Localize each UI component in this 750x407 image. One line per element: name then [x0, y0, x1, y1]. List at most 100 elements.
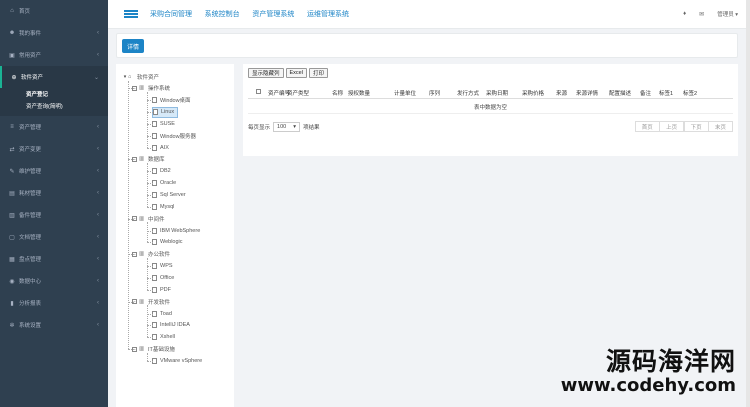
- sidebar-item[interactable]: ✲ 系统设置 ‹: [0, 314, 108, 336]
- sidebar-item-label: 资产管理: [19, 125, 42, 131]
- tree-node-label: WPS: [160, 263, 173, 270]
- sidebar-item[interactable]: ☻ 我的事件 ‹: [0, 22, 108, 44]
- tree-leaf[interactable]: Oracle: [152, 178, 176, 189]
- watermark-title: 源码海洋网: [605, 347, 736, 376]
- column-header[interactable]: 序列: [429, 89, 440, 97]
- first-page-button[interactable]: 首页: [634, 121, 660, 132]
- column-header[interactable]: 授权数量: [348, 89, 370, 97]
- column-header[interactable]: 标签1: [659, 89, 673, 97]
- chevron-left-icon: ‹: [97, 52, 99, 58]
- tree-leaf[interactable]: Sql Server: [152, 190, 186, 201]
- tree-leaf[interactable]: PDF: [152, 284, 171, 295]
- folder-icon: ▥: [139, 156, 145, 163]
- column-header[interactable]: 发行方式: [457, 89, 479, 97]
- tree-group[interactable]: − ▥ 开发软件: [132, 296, 170, 307]
- sidebar-item-label: 我的事件: [19, 31, 42, 37]
- page-size-control: 每页显示 100 ▾ 项结果: [248, 122, 320, 132]
- sidebar-item[interactable]: ⌂ 首页: [0, 0, 108, 22]
- gear-icon: ✲: [9, 322, 15, 329]
- tree-leaf[interactable]: WPS: [152, 261, 173, 272]
- chart-icon: ▮: [10, 300, 14, 307]
- top-right-tools: ♦ ✉ 管理员 ▾: [683, 10, 738, 18]
- tree-leaf[interactable]: DB2: [152, 166, 171, 177]
- nav-system-console[interactable]: 系统控制台: [205, 11, 240, 18]
- tree-leaf[interactable]: Window服务器: [152, 130, 196, 141]
- exchange-icon: ⇄: [9, 146, 15, 153]
- box-icon: ▤: [9, 190, 15, 197]
- sidebar-item[interactable]: ◉ 数据中心 ‹: [0, 270, 108, 292]
- column-header[interactable]: 备注: [640, 89, 651, 97]
- chevron-left-icon: ‹: [97, 190, 99, 196]
- column-header[interactable]: 来源详情: [576, 89, 598, 97]
- tree-connector: [147, 305, 148, 338]
- column-header[interactable]: 资产类型: [287, 89, 309, 97]
- tree-group[interactable]: − ▥ 数据库: [132, 154, 165, 165]
- tree-leaf[interactable]: Toad: [152, 308, 172, 319]
- nav-asset-management[interactable]: 资产管理系统: [252, 11, 294, 18]
- next-page-button[interactable]: 下页: [683, 121, 709, 132]
- tree-node-label: Office: [160, 274, 175, 281]
- tree-leaf[interactable]: Weblogic: [152, 237, 183, 248]
- chevron-left-icon: ‹: [97, 212, 99, 218]
- sidebar-item[interactable]: ⇄ 资产变更 ‹: [0, 138, 108, 160]
- menu-toggle-icon[interactable]: [124, 10, 138, 18]
- sidebar-subitem[interactable]: 资产登记: [0, 88, 108, 100]
- notification-icon[interactable]: ♦: [683, 11, 686, 17]
- tree-group[interactable]: − ▥ 操作系统: [132, 83, 170, 94]
- sidebar-item[interactable]: ▥ 备件管理 ‹: [0, 204, 108, 226]
- tree-leaf[interactable]: Xshell: [152, 332, 175, 343]
- sidebar-item[interactable]: ▮ 分析报表 ‹: [0, 292, 108, 314]
- select-all-checkbox[interactable]: [256, 89, 261, 94]
- chevron-left-icon: ‹: [97, 168, 99, 174]
- database-icon: ◉: [9, 278, 15, 285]
- tree-node-label: 软件资产: [137, 74, 160, 81]
- sidebar-subitem[interactable]: 资产查询(简明): [0, 100, 108, 112]
- toggle-columns-button[interactable]: 显示隐藏列: [248, 68, 284, 78]
- tree-leaf[interactable]: Office: [152, 272, 174, 283]
- sidebar-item[interactable]: ▤ 耗材管理 ‹: [0, 182, 108, 204]
- column-header[interactable]: 名称: [332, 89, 343, 97]
- column-header[interactable]: 采购价格: [522, 89, 544, 97]
- sidebar-item-label: 首页: [19, 9, 31, 15]
- user-menu[interactable]: 管理员 ▾: [717, 10, 738, 18]
- chevron-left-icon: ‹: [97, 30, 99, 36]
- excel-export-button[interactable]: Excel: [285, 68, 307, 78]
- column-header[interactable]: 采购日期: [486, 89, 508, 97]
- detail-button[interactable]: 详情: [122, 39, 145, 53]
- column-header[interactable]: 来源: [556, 89, 567, 97]
- tree-group[interactable]: − ▥ 中间件: [132, 213, 165, 224]
- tree-leaf[interactable]: Window桌面: [152, 95, 191, 106]
- column-header[interactable]: 标签2: [683, 89, 697, 97]
- tree-leaf[interactable]: SUSE: [152, 118, 175, 129]
- sidebar-item[interactable]: ▦ 盘点管理 ‹: [0, 248, 108, 270]
- column-header[interactable]: 配置描述: [609, 89, 631, 97]
- tree-node-label: IBM WebSphere: [160, 227, 201, 234]
- print-button[interactable]: 打印: [308, 68, 328, 78]
- per-page-prefix: 每页显示: [248, 125, 271, 131]
- sidebar-item[interactable]: ▢ 文档管理 ‹: [0, 226, 108, 248]
- tree-group[interactable]: − ▥ IT基础设施: [132, 344, 175, 355]
- tree-group[interactable]: − ▥ 办公软件: [132, 249, 170, 260]
- sidebar-item-label: 软件资产: [21, 75, 44, 81]
- column-header[interactable]: 计量单位: [394, 89, 416, 97]
- tree-leaf[interactable]: IntelliJ IDEA: [152, 320, 190, 331]
- last-page-button[interactable]: 末页: [707, 121, 733, 132]
- tree-node-label: 办公软件: [148, 252, 171, 259]
- nav-procurement-contract[interactable]: 采购合同管理: [150, 11, 192, 18]
- sidebar-item[interactable]: ≡ 资产管理 ‹: [0, 116, 108, 138]
- pagination: 首页 上页 下页 末页: [634, 121, 733, 132]
- message-icon[interactable]: ✉: [699, 11, 704, 18]
- tree-node-label: 数据库: [148, 157, 165, 164]
- nav-ops-management[interactable]: 运维管理系统: [307, 11, 349, 18]
- sidebar-item[interactable]: ▣ 常用资产 ‹: [0, 44, 108, 66]
- sidebar-item[interactable]: ✎ 维护管理 ‹: [0, 160, 108, 182]
- page-scrollbar[interactable]: [746, 0, 750, 407]
- tree-leaf[interactable]: IBM WebSphere: [152, 225, 200, 236]
- tree-leaf[interactable]: Linux: [152, 106, 179, 118]
- tree-leaf[interactable]: AIX: [152, 142, 169, 153]
- sidebar-item[interactable]: ⊕ 软件资产 ⌄: [0, 66, 108, 88]
- tree-leaf[interactable]: Mysql: [152, 201, 174, 212]
- page-size-select[interactable]: 100 ▾: [273, 122, 301, 132]
- prev-page-button[interactable]: 上页: [659, 121, 685, 132]
- tree-leaf[interactable]: VMware vSphere: [152, 355, 202, 366]
